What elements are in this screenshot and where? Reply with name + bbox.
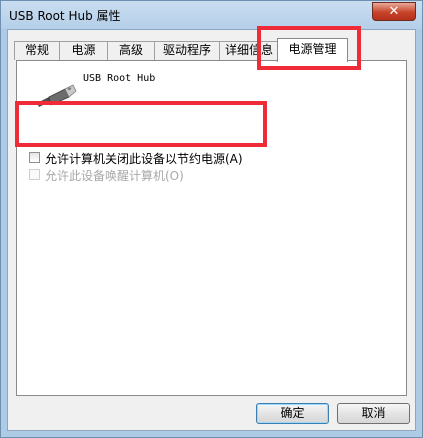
dialog-body: 常规 电源 高级 驱动程序 详细信息 电源管理 USB Root Hub 允许计…: [7, 29, 416, 431]
ok-button[interactable]: 确定: [256, 403, 329, 424]
annotation-box-option: [15, 101, 267, 147]
annotation-box-tab: [257, 26, 361, 70]
title-bar[interactable]: USB Root Hub 属性 ✕: [1, 1, 422, 29]
tab-advanced[interactable]: 高级: [107, 41, 155, 60]
allow-power-off-checkbox[interactable]: [29, 152, 40, 163]
allow-power-off-label: 允许计算机关闭此设备以节约电源(A): [45, 152, 243, 166]
close-icon: ✕: [388, 4, 400, 19]
tab-power[interactable]: 电源: [59, 41, 108, 60]
tab-label: 常规: [24, 43, 49, 57]
tab-label: 高级: [118, 43, 143, 57]
tab-label: 电源: [71, 43, 96, 57]
tab-general[interactable]: 常规: [14, 41, 60, 60]
device-name: USB Root Hub: [83, 73, 156, 84]
tab-label: 驱动程序: [162, 43, 211, 57]
allow-wake-label: 允许此设备唤醒计算机(O): [45, 169, 184, 183]
cancel-label: 取消: [361, 406, 386, 420]
cancel-button[interactable]: 取消: [337, 403, 410, 424]
window-title: USB Root Hub 属性: [9, 9, 121, 23]
allow-wake-checkbox: [29, 169, 40, 180]
tab-driver[interactable]: 驱动程序: [154, 41, 220, 60]
close-button[interactable]: ✕: [372, 2, 416, 21]
ok-label: 确定: [280, 406, 305, 420]
